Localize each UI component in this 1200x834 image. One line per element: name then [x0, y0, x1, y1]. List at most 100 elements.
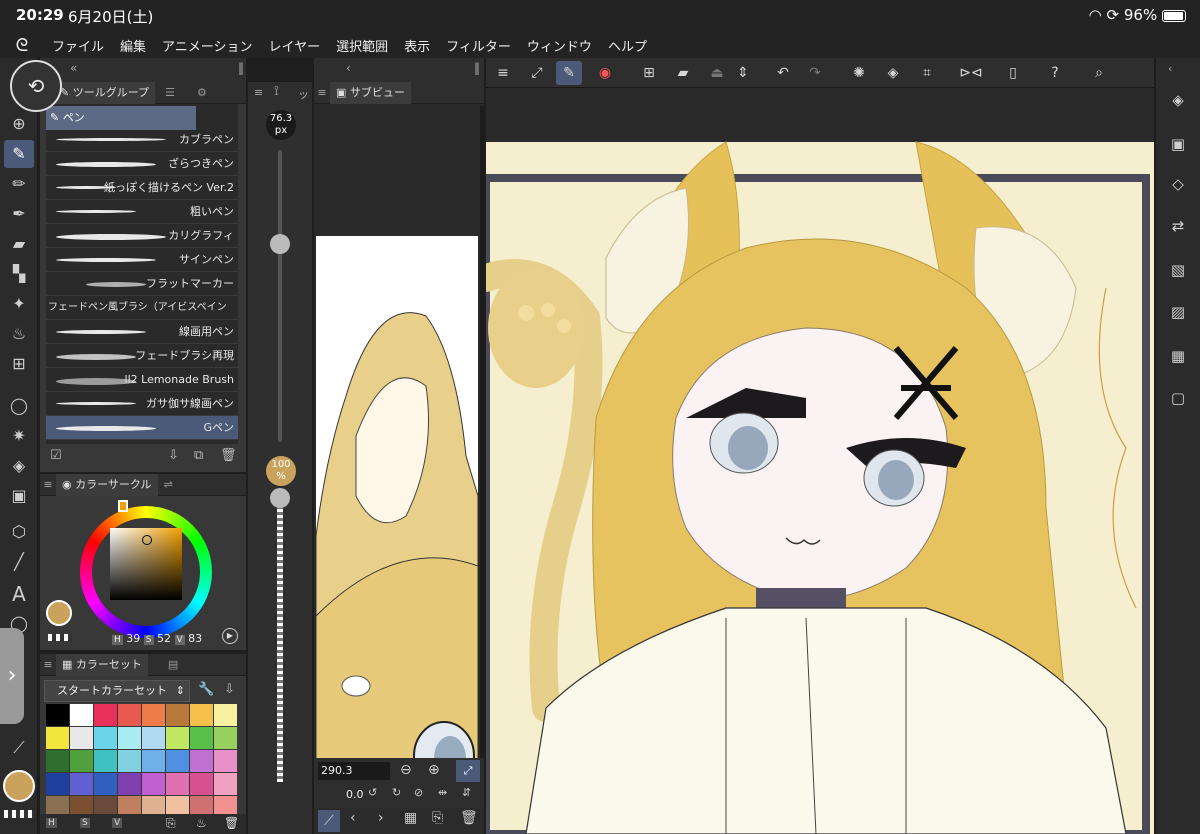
menu-window[interactable]: ウィンドウ [519, 36, 600, 55]
tab-sub-tool-icon[interactable]: ☰ [165, 86, 175, 99]
trash-icon[interactable]: 🗑 [460, 810, 478, 826]
menu-layer[interactable]: レイヤー [261, 36, 329, 55]
menu-animation[interactable]: アニメーション [154, 36, 260, 55]
copy-icon[interactable]: ⎘ [166, 816, 176, 831]
subview-scrollbar[interactable] [480, 106, 484, 826]
device-icon[interactable]: ▯ [1000, 61, 1026, 85]
list-item[interactable]: 粗いペン [46, 200, 238, 224]
animation-icon[interactable]: ▧ [1166, 258, 1190, 282]
blend-tool-icon[interactable]: ▚ [4, 260, 34, 288]
text-tool-icon[interactable]: A [4, 580, 34, 608]
color-swatch[interactable] [142, 773, 165, 795]
download-icon[interactable]: ⇩ [168, 448, 179, 463]
chevron-updown-icon[interactable]: ⇕ [730, 61, 756, 85]
tab-subview[interactable]: ▣ サブビュー [330, 81, 411, 104]
color-swatch[interactable] [142, 704, 165, 726]
list-item-active[interactable]: Gペン [46, 416, 238, 440]
swirl-icon[interactable]: ◉ [592, 61, 618, 85]
color-swatch[interactable] [70, 727, 93, 749]
drops-icon[interactable]: ♨ [196, 816, 207, 830]
color-swatch[interactable] [214, 773, 237, 795]
play-icon[interactable]: ▶ [222, 628, 238, 644]
chevron-right-icon[interactable]: › [378, 810, 384, 826]
menu-filter[interactable]: フィルター [438, 36, 519, 55]
drawer-handle-button[interactable]: › [0, 628, 24, 724]
color-swatch[interactable] [46, 727, 69, 749]
pencil-tool-icon[interactable]: ✏ [4, 170, 34, 198]
color-swatch[interactable] [46, 704, 69, 726]
redo-icon[interactable]: ↷ [802, 61, 828, 85]
flip-vertical-icon[interactable]: ⇵ [462, 786, 471, 799]
tab-tool-property-icon[interactable]: ⚙ [197, 86, 207, 99]
transparent-toggle[interactable] [4, 810, 34, 818]
rotate-left-icon[interactable]: ↺ [368, 786, 377, 799]
color-swatch[interactable] [214, 727, 237, 749]
hue-cursor[interactable] [118, 500, 128, 512]
list-item[interactable]: 線画用ペン [46, 320, 238, 344]
eyedropper-icon[interactable]: ⟋ [318, 810, 340, 832]
subview-image[interactable] [316, 236, 478, 828]
new-file-icon[interactable]: ⊞ [636, 61, 662, 85]
wrench-icon[interactable]: 🔧 [198, 682, 214, 697]
list-item[interactable]: フェードブラシ再現 [46, 344, 238, 368]
line-tool-icon[interactable]: ╱ [4, 548, 34, 576]
color-swatch[interactable] [166, 727, 189, 749]
download-icon[interactable]: ⇩ [224, 682, 235, 697]
color-swatch[interactable] [190, 727, 213, 749]
list-item[interactable]: カブラペン [46, 128, 238, 152]
fit-view-icon[interactable]: ⤢ [456, 760, 480, 782]
brush-size-tab-icon[interactable]: ⟟ [274, 84, 279, 99]
sparkle-tool-icon[interactable]: ✦ [4, 290, 34, 318]
color-swatch[interactable] [46, 750, 69, 772]
edit-mode-icon[interactable]: ✎ [556, 61, 582, 85]
color-swatch[interactable] [94, 727, 117, 749]
open-folder-icon[interactable]: ▰ [670, 61, 696, 85]
chevron-left-icon[interactable]: ‹ [350, 810, 356, 826]
menu-view[interactable]: 表示 [396, 36, 438, 55]
material-icon[interactable]: ▨ [1166, 300, 1190, 324]
app-logo-icon[interactable]: ᘓ [0, 35, 44, 56]
tab-color-slider-icon[interactable]: ⇌ [164, 478, 173, 491]
zoom-out-icon[interactable]: ⊖ [400, 762, 412, 778]
duplicate-icon[interactable]: ⧉ [194, 448, 203, 463]
trash-icon[interactable]: 🗑 [224, 816, 239, 830]
color-swatch[interactable] [142, 727, 165, 749]
color-swatch[interactable] [166, 750, 189, 772]
collapse-right-icon[interactable]: ‹ [1168, 62, 1172, 75]
trash-icon[interactable]: 🗑 [220, 448, 237, 463]
eraser-tool-icon[interactable]: ▰ [4, 230, 34, 258]
drops-tool-icon[interactable]: ♨ [4, 320, 34, 348]
color-swatch[interactable] [214, 750, 237, 772]
opacity-track[interactable] [277, 490, 283, 782]
canvas-size-icon[interactable]: ⤢ [524, 61, 550, 85]
list-item[interactable]: 紙っぽく描けるペン Ver.2 [46, 176, 238, 200]
color-swatch[interactable] [94, 704, 117, 726]
eyedropper-tool-icon[interactable]: ⟋ [4, 734, 34, 762]
save-icon[interactable]: ⏏ [704, 61, 730, 85]
brush-tool-icon[interactable]: ✒ [4, 200, 34, 228]
menu-icon[interactable]: ≡ [40, 658, 56, 671]
tab-color-circle[interactable]: ◉ カラーサークル [56, 473, 158, 496]
search-icon[interactable]: ⌕ [1086, 61, 1112, 85]
color-swatch[interactable] [142, 750, 165, 772]
timeline-icon[interactable]: ▦ [1166, 344, 1190, 368]
tab-label-truncated[interactable]: ッ [298, 86, 309, 102]
color-swatch[interactable] [70, 773, 93, 795]
color-swatch[interactable] [70, 750, 93, 772]
menu-icon[interactable]: ≡ [40, 478, 56, 491]
help-icon[interactable]: ? [1042, 61, 1068, 85]
main-canvas[interactable] [486, 88, 1154, 834]
import-icon[interactable]: ⎘ [432, 810, 443, 826]
brush-size-thumb[interactable] [270, 234, 290, 254]
flip-horizontal-icon[interactable]: ⇹ [438, 786, 447, 799]
menu-icon[interactable]: ≡ [254, 86, 263, 99]
transparent-toggle[interactable] [48, 634, 72, 641]
gradient-tool-icon[interactable]: ▣ [4, 482, 34, 510]
menu-icon[interactable]: ≡ [314, 86, 330, 99]
grid-icon[interactable]: ▦ [404, 810, 417, 826]
modifier-key-button[interactable]: ⟲ [10, 60, 62, 112]
tab-history-icon[interactable]: ▤ [168, 658, 178, 671]
perspective-tool-icon[interactable]: ⊞ [4, 350, 34, 378]
flip-icon[interactable]: ⊳⊲ [958, 61, 984, 85]
color-swatch[interactable] [190, 704, 213, 726]
